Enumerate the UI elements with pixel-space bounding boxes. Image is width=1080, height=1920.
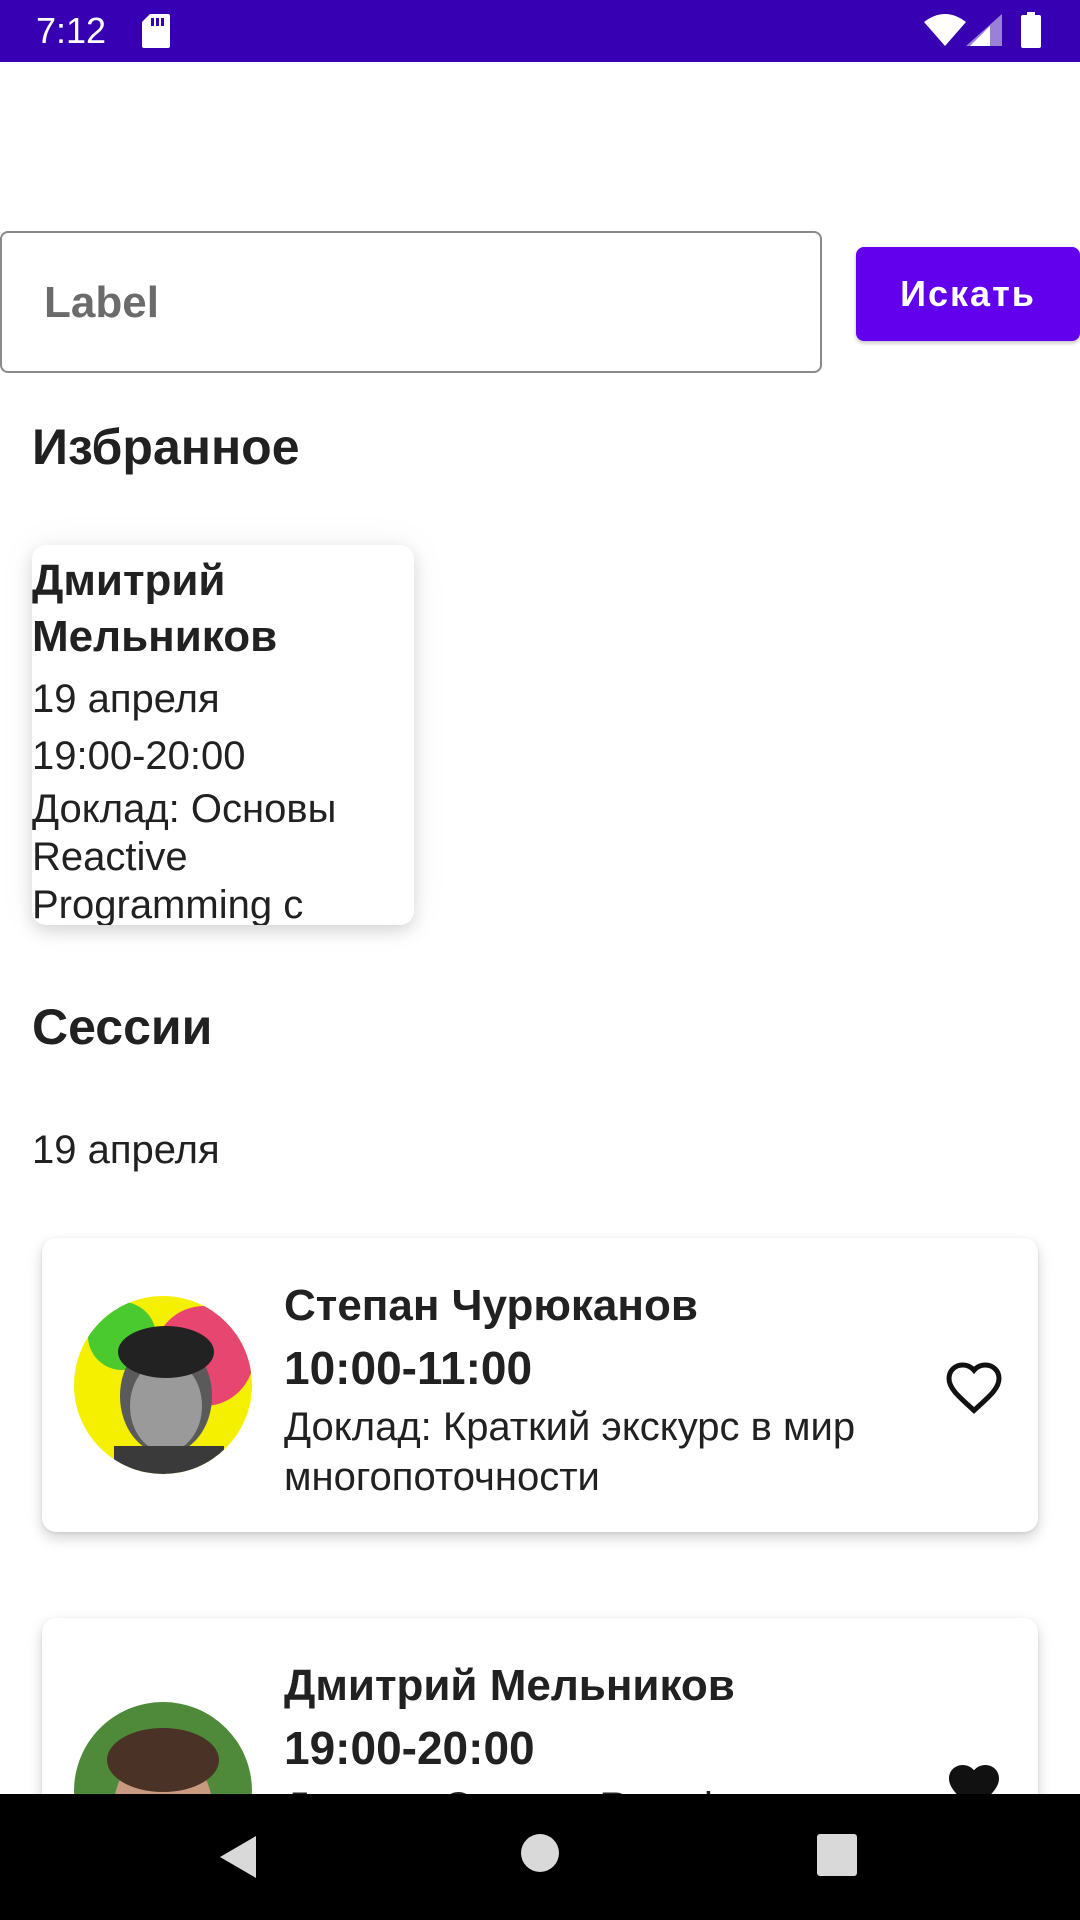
session-talk: Доклад: Краткий экскурс в мир многопоточ… — [284, 1405, 856, 1499]
session-time: 10:00-11:00 — [284, 1342, 533, 1394]
status-bar: 7:12 — [0, 0, 1080, 62]
recents-icon[interactable] — [817, 1834, 857, 1876]
sd-card-icon — [142, 14, 170, 48]
favorite-speaker-name: Дмитрий Мельников — [32, 556, 278, 661]
signal-icon — [966, 14, 1002, 46]
session-time: 19:00-20:00 — [284, 1722, 535, 1774]
search-input[interactable] — [42, 233, 786, 373]
favorite-time: 19:00-20:00 — [32, 734, 246, 778]
speaker-avatar — [74, 1296, 252, 1474]
speaker-name: Дмитрий Мельников — [284, 1661, 735, 1710]
favorites-title: Избранное — [32, 419, 300, 475]
favorite-talk: Доклад: Основы Reactive Programming с — [32, 787, 337, 925]
sessions-title: Сессии — [32, 999, 213, 1055]
session-card[interactable]: Степан Чурюканов 10:00-11:00 Доклад: Кра… — [42, 1238, 1038, 1532]
favorite-card[interactable]: Дмитрий Мельников 19 апреля 19:00-20:00 … — [32, 545, 414, 925]
search-button[interactable]: Искать — [856, 247, 1080, 341]
day-header: 19 апреля — [32, 1128, 220, 1172]
battery-icon — [1021, 12, 1041, 48]
favorite-date: 19 апреля — [32, 677, 220, 721]
status-time: 7:12 — [36, 10, 107, 51]
wifi-icon — [924, 14, 966, 46]
favorite-outline-icon[interactable] — [944, 1358, 1004, 1418]
back-icon[interactable] — [216, 1834, 260, 1880]
home-icon[interactable] — [519, 1832, 561, 1874]
navigation-bar — [0, 1794, 1080, 1920]
search-field[interactable] — [0, 231, 822, 373]
speaker-name: Степан Чурюканов — [284, 1281, 698, 1330]
